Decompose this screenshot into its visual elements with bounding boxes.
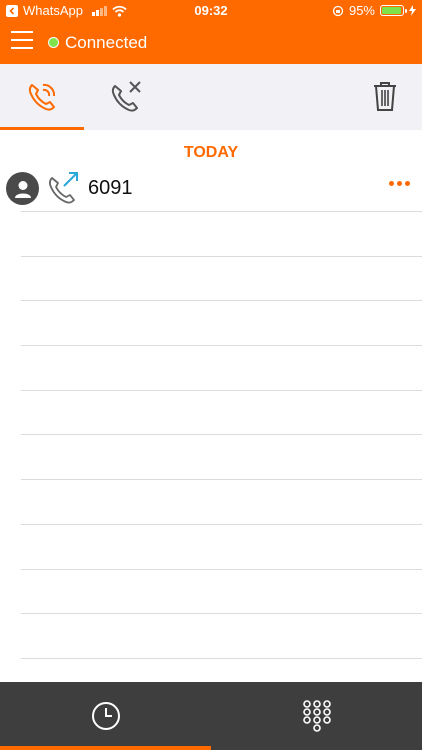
avatar[interactable] xyxy=(6,172,39,205)
keypad-icon xyxy=(302,700,331,732)
orientation-lock-icon xyxy=(332,5,344,16)
menu-icon-bar xyxy=(11,47,33,49)
tab-all-calls[interactable] xyxy=(0,64,84,130)
more-options-button[interactable] xyxy=(389,181,410,186)
menu-button[interactable] xyxy=(11,31,33,53)
list-divider xyxy=(21,479,422,480)
list-divider xyxy=(21,658,422,659)
tab-missed-calls[interactable] xyxy=(84,64,168,130)
list-divider xyxy=(21,256,422,257)
bottom-navigation xyxy=(0,682,422,750)
more-dot-icon xyxy=(389,181,394,186)
battery-percent: 95% xyxy=(348,3,375,18)
list-divider xyxy=(21,524,422,525)
battery-fill xyxy=(382,7,401,14)
status-bar-right: 95% xyxy=(332,3,416,18)
nav-active-indicator xyxy=(0,746,211,750)
status-bar: WhatsApp 09:32 95% xyxy=(0,0,422,22)
call-number: 6091 xyxy=(88,177,133,199)
list-divider xyxy=(21,345,422,346)
menu-icon-bar xyxy=(11,31,33,33)
tab-active-indicator xyxy=(0,127,84,130)
trash-icon xyxy=(374,82,396,111)
list-divider xyxy=(21,211,422,212)
nav-keypad[interactable] xyxy=(211,682,422,750)
connection-status-label: Connected xyxy=(65,33,148,52)
section-title-today: TODAY xyxy=(183,144,239,161)
phone-recent-icon xyxy=(28,83,56,111)
battery-icon xyxy=(380,5,407,16)
app-header: Connected xyxy=(0,22,422,64)
connection-status-dot xyxy=(48,37,59,48)
list-divider xyxy=(21,434,422,435)
nav-recents[interactable] xyxy=(0,682,211,750)
list-divider xyxy=(21,569,422,570)
charging-icon xyxy=(409,5,416,16)
person-icon xyxy=(14,180,31,198)
call-log-entry[interactable]: 6091 xyxy=(0,168,422,212)
list-divider xyxy=(21,300,422,301)
more-dot-icon xyxy=(397,181,402,186)
clock-icon xyxy=(91,702,120,730)
call-filter-tabs xyxy=(0,64,422,130)
phone-outgoing-icon xyxy=(49,172,78,204)
more-dot-icon xyxy=(405,181,410,186)
phone-missed-icon xyxy=(111,81,141,112)
menu-icon-bar xyxy=(11,39,33,41)
list-divider xyxy=(21,390,422,391)
delete-history-button[interactable] xyxy=(372,80,398,112)
list-divider xyxy=(21,613,422,614)
